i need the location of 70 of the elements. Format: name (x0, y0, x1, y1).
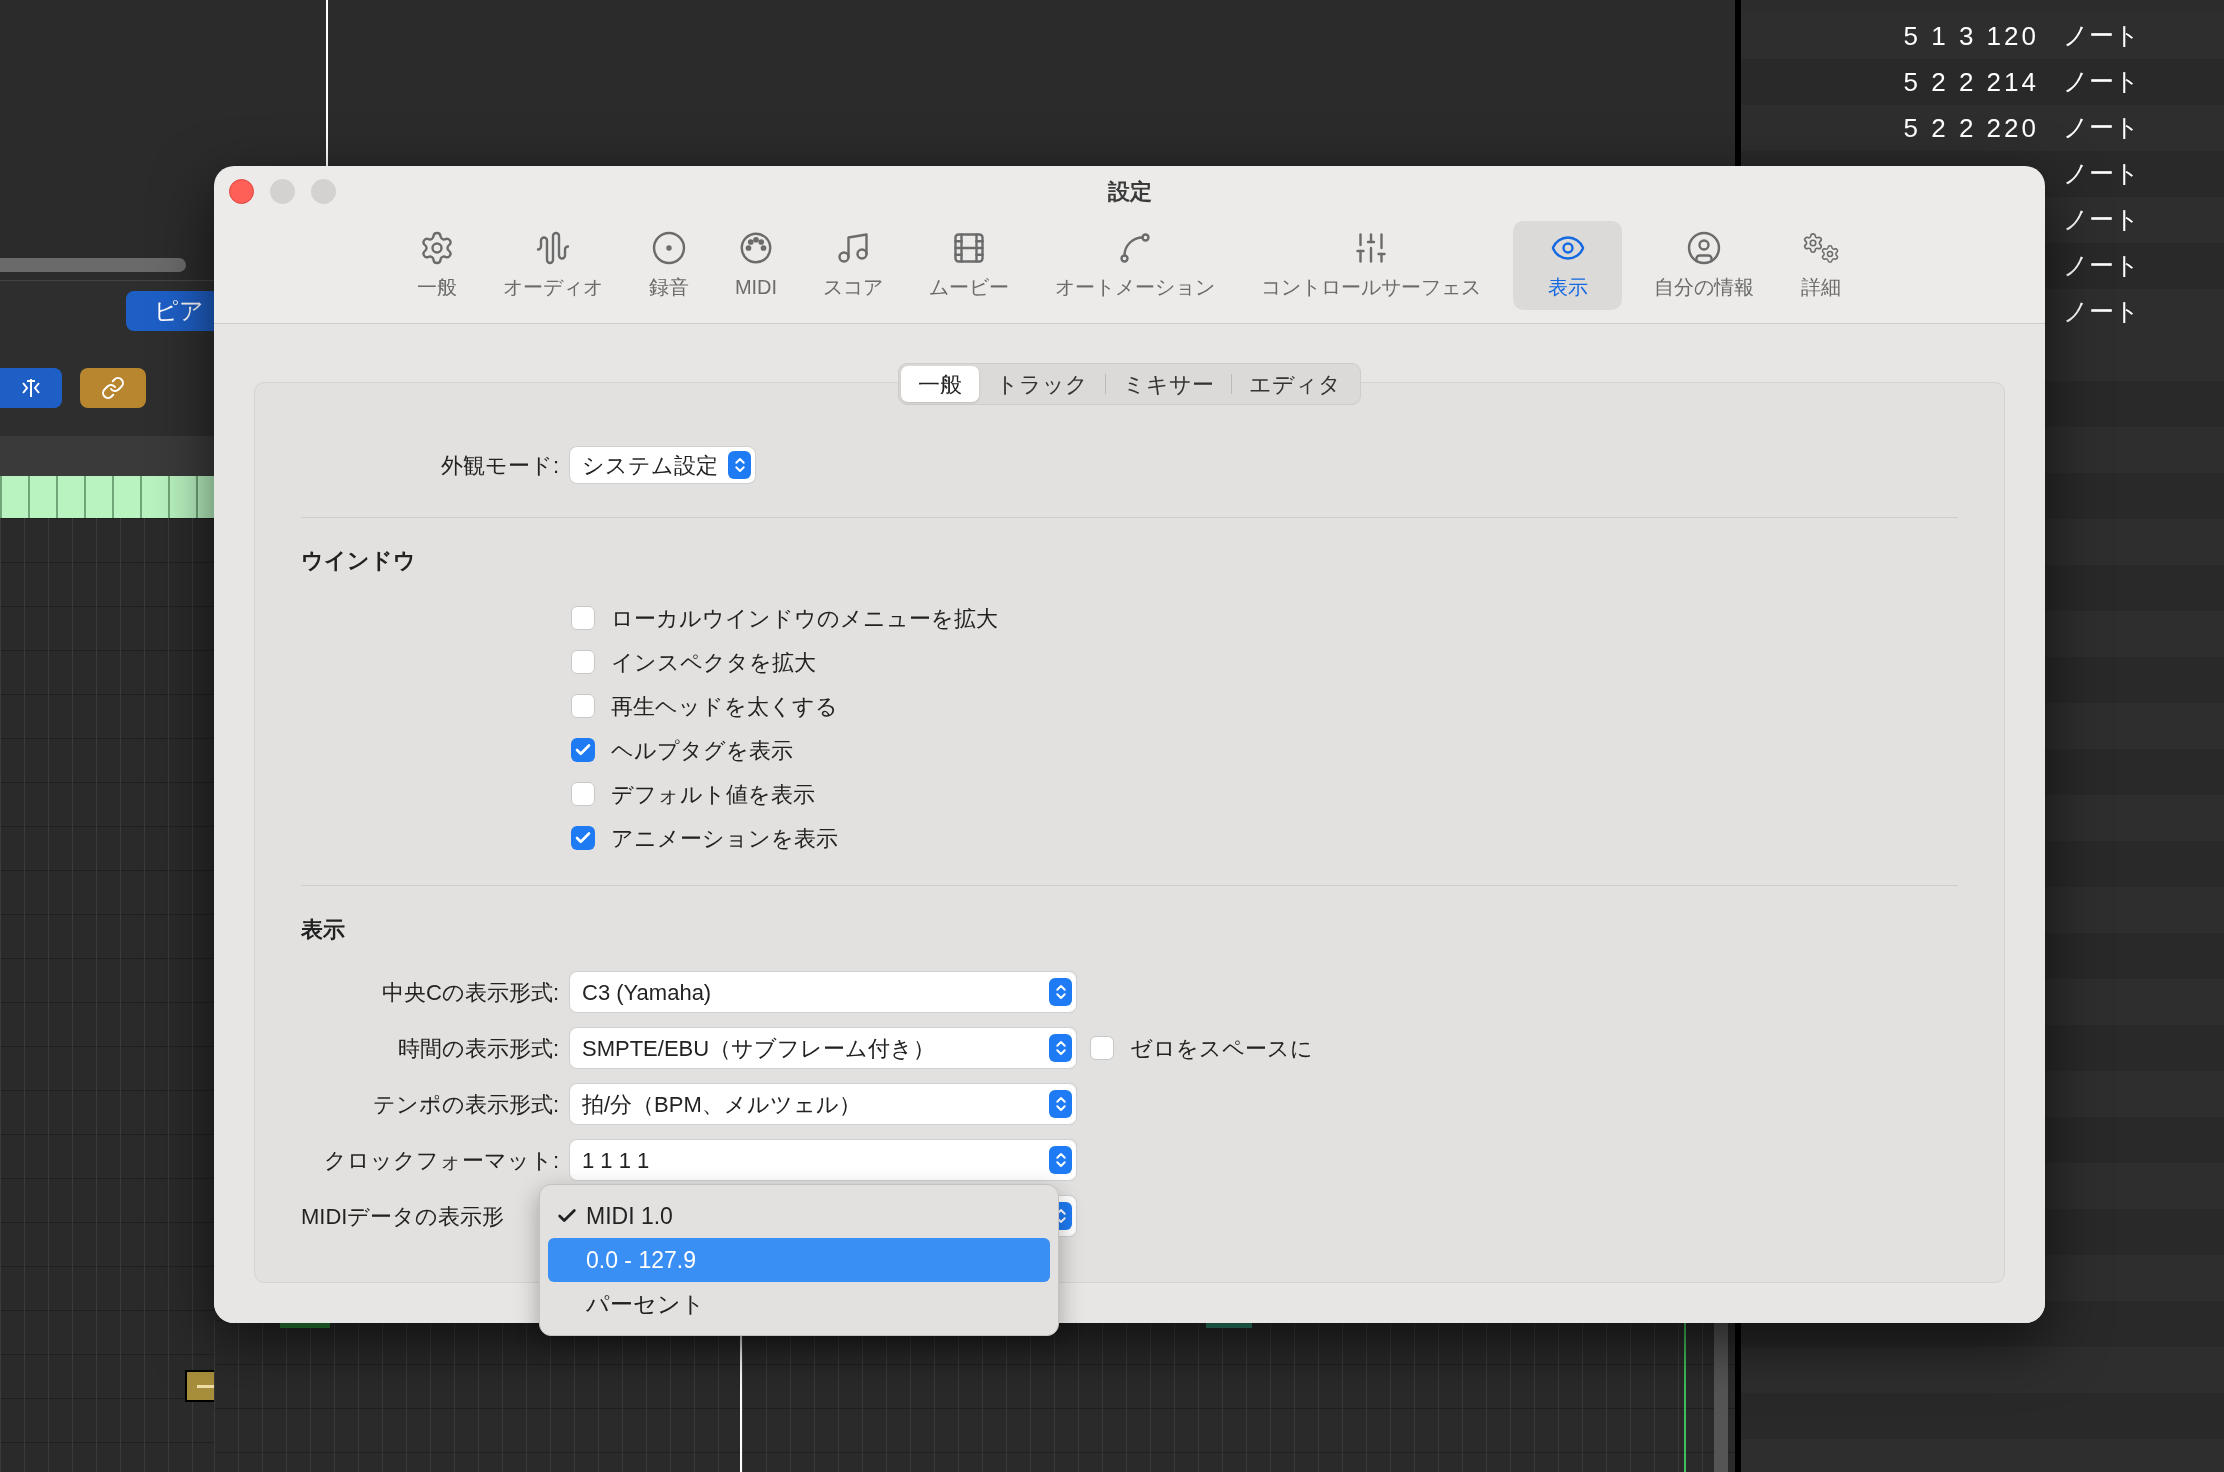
segment-tab[interactable]: エディタ (1232, 366, 1358, 402)
event-type: ノート (2063, 20, 2140, 52)
checkbox-label: ゼロをスペースに (1130, 1034, 1313, 1063)
menu-item[interactable]: 0.0 - 127.9 (548, 1238, 1050, 1282)
checkbox-label: 再生ヘッドを太くする (611, 692, 838, 721)
field-label: 中央Cの表示形式: (381, 978, 559, 1007)
toolbar-tab[interactable]: ムービー (915, 221, 1024, 310)
event-position: 5 2 2 214 (1903, 65, 2039, 99)
toolbar-tab[interactable]: 自分の情報 (1640, 221, 1769, 310)
region-button[interactable]: ピア (126, 290, 214, 331)
field-label: 外観モード: (439, 451, 559, 480)
toolbar-tab[interactable]: 録音 (634, 221, 703, 310)
event-type: ノート (2063, 204, 2140, 236)
segment-tab[interactable]: 一般 (901, 366, 979, 402)
stepper-icon (1049, 1034, 1072, 1062)
appearance-popup[interactable]: システム設定 (570, 447, 755, 483)
stepper-icon (1049, 1146, 1072, 1174)
field-label: クロックフォーマット: (322, 1146, 559, 1175)
popup-button[interactable]: C3 (Yamaha) (570, 972, 1076, 1012)
field-label: テンポの表示形式: (371, 1090, 559, 1119)
checkbox-label: アニメーションを表示 (611, 824, 838, 853)
stepper-icon (1049, 1090, 1072, 1118)
checkbox-label: ローカルウインドウのメニューを拡大 (611, 604, 998, 633)
scrollbar[interactable] (1714, 1320, 1728, 1472)
toolbar-tab[interactable]: MIDI (720, 221, 792, 310)
toolbar-tab[interactable]: 詳細 (1786, 221, 1857, 310)
checkbox-label: インスペクタを拡大 (611, 648, 816, 677)
menu-item[interactable]: パーセント (548, 1282, 1050, 1326)
event-type: ノート (2063, 296, 2140, 328)
stepper-icon (728, 451, 751, 479)
event-type: ノート (2063, 250, 2140, 282)
section-heading: ウインドウ (301, 547, 417, 572)
field-label: 時間の表示形式: (396, 1034, 559, 1063)
field-label: MIDIデータの表示形 (301, 1202, 506, 1231)
minimize-button[interactable] (270, 179, 295, 204)
event-type: ノート (2063, 158, 2140, 190)
checkbox-label: ヘルプタグを表示 (611, 736, 793, 765)
scrollbar[interactable] (0, 258, 186, 272)
stepper-icon (1049, 978, 1072, 1006)
close-button[interactable] (229, 179, 254, 204)
menu-item[interactable]: MIDI 1.0 (548, 1194, 1050, 1238)
zoom-button[interactable] (311, 179, 336, 204)
segment-tab[interactable]: トラック (979, 366, 1105, 402)
checkbox[interactable] (571, 606, 595, 630)
checkbox[interactable] (571, 782, 595, 806)
checkbox[interactable] (571, 650, 595, 674)
link-button[interactable] (80, 368, 146, 408)
toolbar-tab[interactable]: 表示 (1513, 221, 1623, 310)
event-position: 5 1 3 120 (1903, 19, 2039, 53)
segment-tab[interactable]: ミキサー (1106, 366, 1231, 402)
popup-button[interactable]: 拍/分（BPM、メルツェル） (570, 1084, 1076, 1124)
toolbar-tab[interactable]: 一般 (402, 221, 471, 310)
window-title: 設定 (1107, 178, 1152, 206)
event-type: ノート (2063, 112, 2140, 144)
checkbox[interactable] (571, 738, 595, 762)
split-button[interactable] (0, 368, 62, 408)
link-icon (101, 376, 125, 400)
checkbox[interactable] (571, 826, 595, 850)
toolbar-tab[interactable]: スコア (809, 221, 898, 310)
checkbox[interactable] (1090, 1036, 1114, 1060)
toolbar-tab[interactable]: オーディオ (488, 221, 617, 310)
event-position: 5 2 2 220 (1903, 111, 2039, 145)
event-type: ノート (2063, 66, 2140, 98)
popup-button[interactable]: 1 1 1 1 (570, 1140, 1076, 1180)
section-heading: 表示 (301, 916, 346, 941)
checkbox[interactable] (571, 694, 595, 718)
toolbar-tab[interactable]: オートメーション (1041, 221, 1230, 310)
popup-button[interactable]: SMPTE/EBU（サブフレーム付き） (570, 1028, 1076, 1068)
checkbox-label: デフォルト値を表示 (611, 780, 815, 809)
toolbar-tab[interactable]: コントロールサーフェス (1247, 221, 1496, 310)
